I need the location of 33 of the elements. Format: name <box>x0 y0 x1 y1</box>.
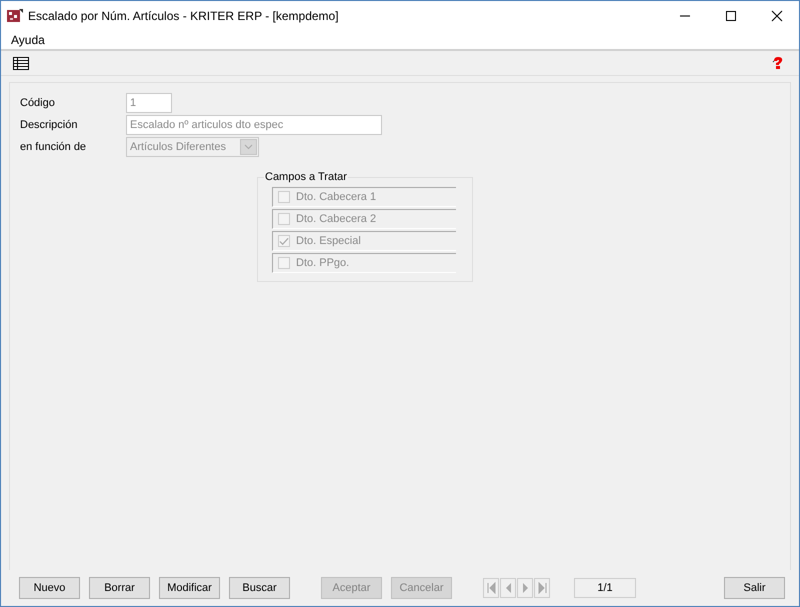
checkbox[interactable] <box>278 191 290 203</box>
checkbox-row[interactable]: Dto. Especial <box>272 231 456 251</box>
action-button[interactable]: Buscar <box>229 577 290 599</box>
field-label: Código <box>20 97 56 109</box>
checkbox[interactable] <box>278 257 290 269</box>
next-icon[interactable] <box>517 578 533 598</box>
action-button[interactable]: Modificar <box>159 577 220 599</box>
exit-button[interactable]: Salir <box>724 577 785 599</box>
text-field[interactable]: Escalado nº articulos dto espec <box>126 115 382 135</box>
last-record-icon[interactable] <box>534 578 550 598</box>
action-button[interactable]: Nuevo <box>19 577 80 599</box>
field-label: en función de <box>20 141 88 153</box>
previous-icon[interactable] <box>500 578 516 598</box>
record-counter: 1/1 <box>574 578 636 598</box>
checkbox-row[interactable]: Dto. PPgo. <box>272 253 456 273</box>
checkbox[interactable] <box>278 235 290 247</box>
action-button[interactable]: Borrar <box>89 577 150 599</box>
help-icon[interactable] <box>771 56 785 70</box>
text-field[interactable]: 1 <box>126 93 172 113</box>
maximize-icon[interactable] <box>725 10 737 22</box>
menu-item[interactable]: Ayuda <box>11 33 45 47</box>
first-record-icon[interactable] <box>483 578 499 598</box>
checkbox-row[interactable]: Dto. Cabecera 2 <box>272 209 456 229</box>
close-icon[interactable] <box>771 10 783 22</box>
dropdown-field[interactable]: Artículos Diferentes <box>126 137 259 157</box>
group-title: Campos a Tratar <box>264 171 348 183</box>
checkbox[interactable] <box>278 213 290 225</box>
window-title: Escalado por Núm. Artículos - KRITER ERP - [kempdemo] <box>28 9 340 23</box>
app-icon <box>7 9 23 23</box>
caret-icon[interactable] <box>244 144 253 150</box>
field-label: Descripción <box>20 119 78 131</box>
table-icon[interactable] <box>13 56 29 70</box>
checkbox-row[interactable]: Dto. Cabecera 1 <box>272 187 456 207</box>
